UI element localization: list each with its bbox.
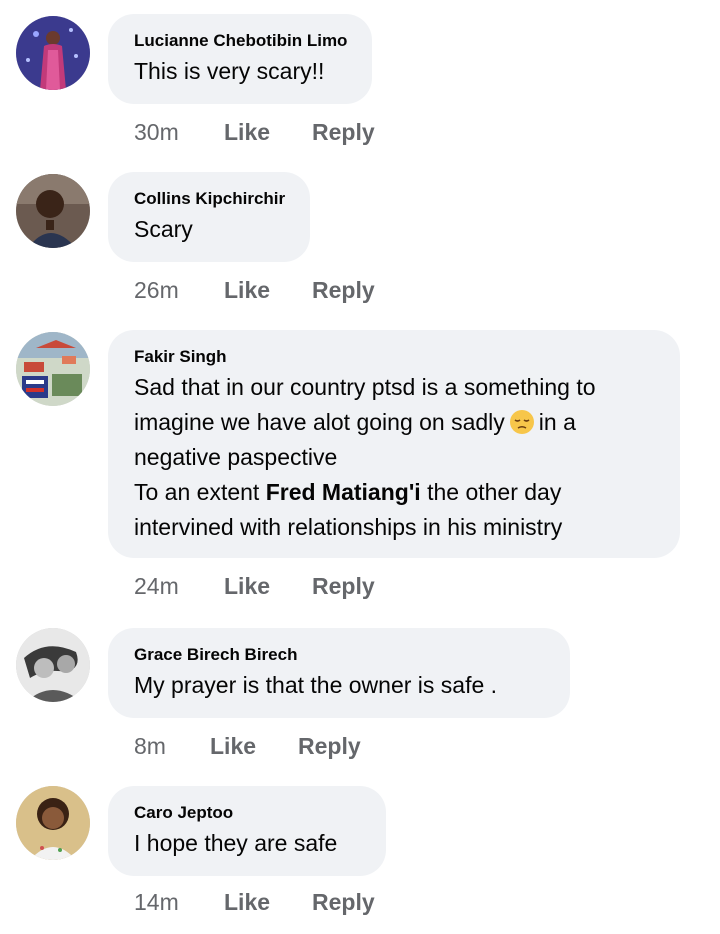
comment-timestamp[interactable]: 8m — [134, 732, 210, 760]
comment-bubble: Collins Kipchirchir Scary — [108, 172, 310, 262]
avatar[interactable] — [16, 174, 90, 248]
comment-text-line: in a — [538, 409, 576, 435]
comment-text: I hope they are safe — [134, 830, 338, 856]
comment-bubble: Fakir Singh Sad that in our country ptsd… — [108, 330, 680, 558]
like-button[interactable]: Like — [210, 732, 298, 760]
like-button[interactable]: Like — [224, 572, 312, 600]
comment-actions: 14m Like Reply — [134, 888, 375, 916]
avatar[interactable] — [16, 628, 90, 702]
reply-button[interactable]: Reply — [312, 118, 375, 146]
comment-text-line: Sad that in our country ptsd is a someth… — [134, 374, 596, 400]
reply-button[interactable]: Reply — [298, 732, 361, 760]
mention-link[interactable]: Fred Matiang'i — [266, 479, 421, 505]
comment-text-line: intervined with relationships in his min… — [134, 514, 563, 540]
comment-timestamp[interactable]: 24m — [134, 572, 224, 600]
like-button[interactable]: Like — [224, 888, 312, 916]
pensive-face-icon — [509, 409, 535, 435]
comment-author[interactable]: Fakir Singh — [134, 346, 654, 368]
reply-button[interactable]: Reply — [312, 276, 375, 304]
comment-timestamp[interactable]: 26m — [134, 276, 224, 304]
comment-actions: 30m Like Reply — [134, 118, 375, 146]
like-button[interactable]: Like — [224, 118, 312, 146]
comment-bubble: Lucianne Chebotibin Limo This is very sc… — [108, 14, 372, 104]
avatar[interactable] — [16, 16, 90, 90]
avatar[interactable] — [16, 786, 90, 860]
comment-text-line: the other day — [427, 479, 562, 505]
comment-timestamp[interactable]: 30m — [134, 118, 224, 146]
reply-button[interactable]: Reply — [312, 572, 375, 600]
comment-author[interactable]: Caro Jeptoo — [134, 802, 360, 824]
comment-text: My prayer is that the owner is safe . — [134, 672, 498, 698]
comment-timestamp[interactable]: 14m — [134, 888, 224, 916]
comment-author[interactable]: Grace Birech Birech — [134, 644, 544, 666]
comment-text-line: imagine we have alot going on sadly — [134, 409, 505, 435]
comment-bubble: Grace Birech Birech My prayer is that th… — [108, 628, 570, 718]
comment-text-line: negative paspective — [134, 444, 338, 470]
comment-text-line: To an extent — [134, 479, 260, 505]
comment-actions: 24m Like Reply — [134, 572, 375, 600]
reply-button[interactable]: Reply — [312, 888, 375, 916]
comment-author[interactable]: Collins Kipchirchir — [134, 188, 285, 210]
comment-actions: 26m Like Reply — [134, 276, 375, 304]
comment-text: Sad that in our country ptsd is a someth… — [134, 370, 654, 545]
like-button[interactable]: Like — [224, 276, 312, 304]
comment-text: Scary — [134, 216, 193, 242]
comment-text: This is very scary!! — [134, 58, 325, 84]
comment-actions: 8m Like Reply — [134, 732, 361, 760]
comment-author[interactable]: Lucianne Chebotibin Limo — [134, 30, 347, 52]
comment-bubble: Caro Jeptoo I hope they are safe — [108, 786, 386, 876]
avatar[interactable] — [16, 332, 90, 406]
